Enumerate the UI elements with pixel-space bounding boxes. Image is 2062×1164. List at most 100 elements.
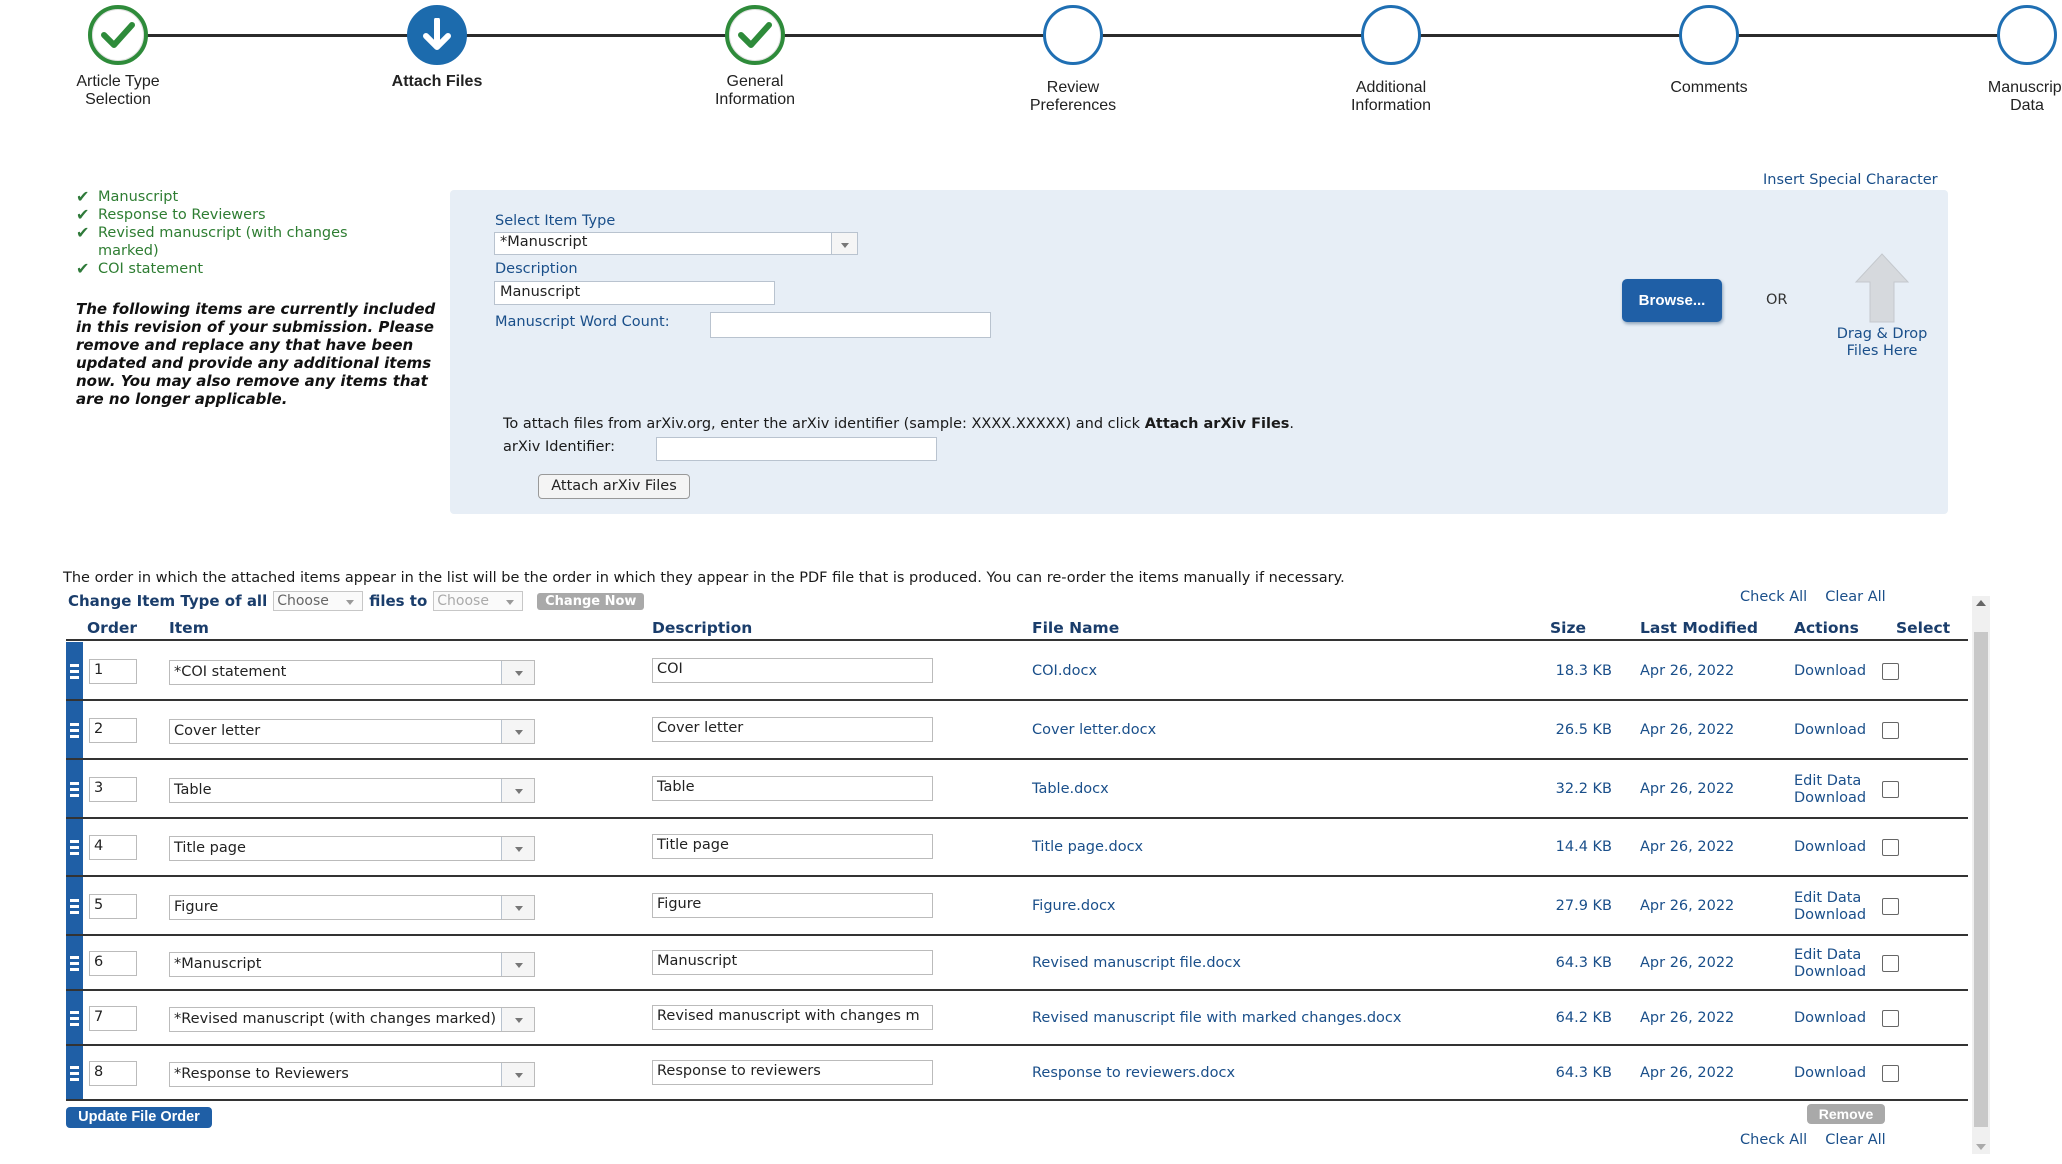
drag-drop-zone[interactable]: Drag & Drop Files Here — [1822, 326, 1942, 360]
item-type-select[interactable]: Cover letter — [169, 719, 535, 744]
file-name-link[interactable]: Table.docx — [1032, 781, 1109, 797]
item-type-select[interactable]: Title page — [169, 836, 535, 861]
word-count-label: Manuscript Word Count: — [495, 314, 670, 330]
download-link[interactable]: Download — [1794, 722, 1866, 739]
scroll-thumb[interactable] — [1974, 632, 1988, 1127]
step-label: Review Preferences — [1029, 79, 1117, 114]
description-input[interactable]: COI — [652, 658, 933, 683]
chevron-down-icon — [501, 1063, 534, 1086]
row-select-checkbox[interactable] — [1882, 663, 1899, 680]
check-all-link[interactable]: Check All — [1740, 1132, 1807, 1148]
order-input[interactable]: 6 — [89, 951, 137, 976]
row-select-checkbox[interactable] — [1882, 1010, 1899, 1027]
progress-step: Manuscript Data — [1932, 5, 2062, 115]
item-type-select[interactable]: *COI statement — [169, 660, 535, 685]
order-input[interactable]: 1 — [89, 659, 137, 684]
change-type-label: Change Item Type of all — [68, 592, 268, 610]
scroll-up-icon[interactable] — [1976, 600, 1986, 606]
table-row: 2 Cover letter Cover letter Cover letter.do… — [66, 701, 1968, 760]
file-name-link[interactable]: Title page.docx — [1032, 839, 1143, 855]
file-name-link[interactable]: Response to reviewers.docx — [1032, 1065, 1235, 1081]
progress-step: Additional Information — [1296, 5, 1486, 115]
description-input[interactable]: Response to reviewers — [652, 1060, 933, 1085]
download-link[interactable]: Download — [1794, 790, 1866, 807]
checkmark-icon — [88, 5, 148, 65]
row-select-checkbox[interactable] — [1882, 781, 1899, 798]
description-input[interactable]: Figure — [652, 893, 933, 918]
description-input[interactable]: Revised manuscript with changes m — [652, 1005, 933, 1030]
order-input[interactable]: 4 — [89, 835, 137, 860]
drag-handle[interactable] — [66, 819, 83, 875]
revision-instructions: The following items are currently includ… — [76, 300, 436, 408]
download-link[interactable]: Download — [1794, 964, 1866, 981]
progress-step[interactable]: General Information — [660, 5, 850, 109]
item-type-select[interactable]: *Response to Reviewers — [169, 1062, 535, 1087]
update-file-order-button[interactable]: Update File Order — [66, 1107, 212, 1128]
item-type-select[interactable]: *Manuscript — [169, 952, 535, 977]
description-input[interactable]: Cover letter — [652, 717, 933, 742]
item-type-value: Table — [174, 782, 212, 798]
clear-all-link[interactable]: Clear All — [1825, 1132, 1886, 1148]
edit-data-link[interactable]: Edit Data — [1794, 773, 1866, 790]
drag-handle[interactable] — [66, 877, 83, 934]
item-type-select[interactable]: *Manuscript — [494, 232, 858, 255]
download-link[interactable]: Download — [1794, 907, 1866, 924]
scroll-down-icon[interactable] — [1976, 1144, 1986, 1150]
drag-handle[interactable] — [66, 1046, 83, 1099]
change-from-select[interactable]: Choose — [273, 591, 364, 611]
download-link[interactable]: Download — [1794, 839, 1866, 856]
change-now-button[interactable]: Change Now — [537, 592, 645, 610]
row-select-checkbox[interactable] — [1882, 955, 1899, 972]
chevron-down-icon — [501, 953, 534, 976]
insert-special-character-link[interactable]: Insert Special Character — [1763, 172, 1938, 188]
drag-handle[interactable] — [66, 936, 83, 989]
progress-step[interactable]: Article Type Selection — [23, 5, 213, 109]
header-file-name: File Name — [1032, 619, 1120, 637]
change-to-select[interactable]: Choose — [433, 591, 524, 611]
item-type-select[interactable]: *Revised manuscript (with changes marked… — [169, 1007, 535, 1032]
step-label: General Information — [714, 73, 796, 108]
description-input[interactable]: Manuscript — [494, 281, 775, 305]
browse-button[interactable]: Browse... — [1622, 279, 1722, 322]
file-name-link[interactable]: Revised manuscript file.docx — [1032, 955, 1241, 971]
drag-handle[interactable] — [66, 642, 83, 699]
file-name-link[interactable]: Revised manuscript file with marked chan… — [1032, 1010, 1401, 1026]
row-select-checkbox[interactable] — [1882, 722, 1899, 739]
download-link[interactable]: Download — [1794, 663, 1866, 680]
drag-handle[interactable] — [66, 991, 83, 1044]
order-input[interactable]: 2 — [89, 718, 137, 743]
edit-data-link[interactable]: Edit Data — [1794, 890, 1866, 907]
item-type-select[interactable]: Figure — [169, 895, 535, 920]
row-select-checkbox[interactable] — [1882, 839, 1899, 856]
row-select-checkbox[interactable] — [1882, 898, 1899, 915]
file-size: 64.3 KB — [1555, 1065, 1612, 1081]
table-row: 8 *Response to Reviewers Response to revie… — [66, 1046, 1968, 1101]
last-modified: Apr 26, 2022 — [1640, 1010, 1735, 1026]
file-name-link[interactable]: Cover letter.docx — [1032, 722, 1156, 738]
item-type-select[interactable]: Table — [169, 778, 535, 803]
file-table-header: Order Item Description File Name Size La… — [66, 619, 1968, 641]
check-all-link[interactable]: Check All — [1740, 589, 1807, 601]
edit-data-link[interactable]: Edit Data — [1794, 947, 1866, 964]
order-input[interactable]: 7 — [89, 1006, 137, 1031]
remove-button[interactable]: Remove — [1807, 1104, 1885, 1124]
download-link[interactable]: Download — [1794, 1065, 1866, 1082]
file-name-link[interactable]: COI.docx — [1032, 663, 1097, 679]
upload-arrow-icon[interactable] — [1852, 250, 1912, 325]
table-scrollbar[interactable] — [1972, 596, 1990, 1154]
description-input[interactable]: Manuscript — [652, 950, 933, 975]
attach-arxiv-files-button[interactable]: Attach arXiv Files — [538, 474, 690, 499]
order-input[interactable]: 5 — [89, 894, 137, 919]
drag-handle[interactable] — [66, 760, 83, 817]
description-input[interactable]: Table — [652, 776, 933, 801]
word-count-input[interactable] — [710, 312, 991, 338]
file-name-link[interactable]: Figure.docx — [1032, 898, 1116, 914]
row-select-checkbox[interactable] — [1882, 1065, 1899, 1082]
drag-handle[interactable] — [66, 701, 83, 758]
order-input[interactable]: 3 — [89, 777, 137, 802]
download-link[interactable]: Download — [1794, 1010, 1866, 1027]
clear-all-link[interactable]: Clear All — [1825, 589, 1886, 601]
order-input[interactable]: 8 — [89, 1061, 137, 1086]
arxiv-identifier-input[interactable] — [656, 437, 937, 461]
description-input[interactable]: Title page — [652, 834, 933, 859]
